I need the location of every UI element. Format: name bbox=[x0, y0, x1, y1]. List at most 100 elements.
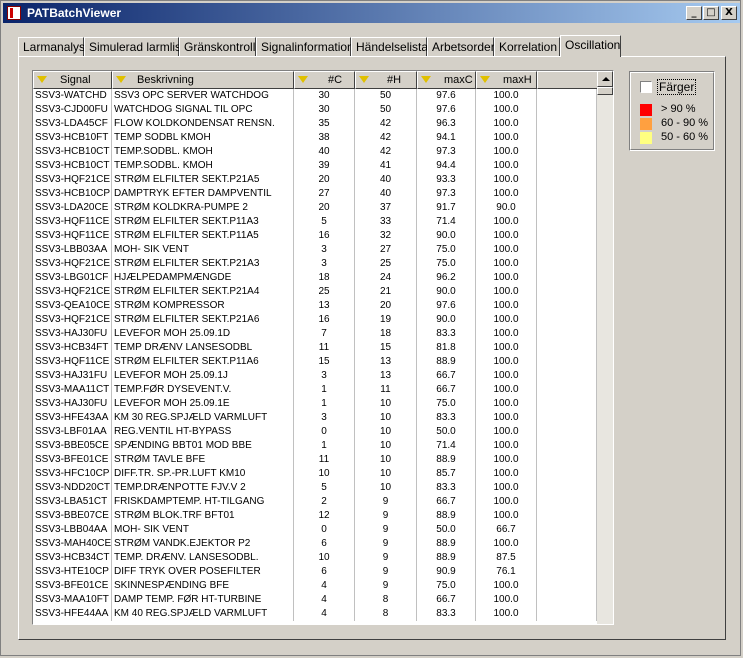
table-cell: STRØM VANDK.EJEKTOR P2 bbox=[112, 537, 294, 551]
tab-korrelation[interactable]: Korrelation bbox=[494, 37, 560, 56]
table-row[interactable]: SSV3-HQF11CE STRØM ELFILTER SEKT.P11A6 15 1… bbox=[33, 355, 597, 369]
table-row[interactable]: SSV3-LBA51CT FRISKDAMPTEMP. HT-TILGANG 2 9 6… bbox=[33, 495, 597, 509]
scroll-thumb[interactable] bbox=[597, 87, 613, 95]
table-row[interactable]: SSV3-HFE43AA KM 30 REG.SPJÆLD VARMLUFT 3 10… bbox=[33, 411, 597, 425]
table-cell: REG.VENTIL HT-BYPASS bbox=[112, 425, 294, 439]
table-cell: SSV3-MAH40CE bbox=[35, 537, 112, 551]
table-cell: 66.7 bbox=[417, 369, 476, 383]
table-cell: TEMP.SODBL. KMOH bbox=[112, 145, 294, 159]
table-row[interactable]: SSV3-HQF21CE STRØM ELFILTER SEKT.P21A4 25 2… bbox=[33, 285, 597, 299]
maximize-button[interactable]: □ bbox=[703, 6, 719, 20]
col-header-beskrivning[interactable]: Beskrivning bbox=[112, 71, 294, 89]
table-row[interactable]: SSV3-HFC10CP DIFF.TR. SP.-PR.LUFT KM10 10 1… bbox=[33, 467, 597, 481]
table-cell: 30 bbox=[294, 89, 355, 103]
tab-larmanalys[interactable]: Larmanalys bbox=[18, 37, 85, 56]
filter-icon[interactable] bbox=[421, 76, 431, 83]
col-header-signal[interactable]: Signal bbox=[33, 71, 112, 89]
table-row[interactable]: SSV3-HCB34FT TEMP DRÆNV LANSESODBL 11 15 81.… bbox=[33, 341, 597, 355]
filter-icon[interactable] bbox=[37, 76, 47, 83]
table-cell: 83.3 bbox=[417, 327, 476, 341]
table-row[interactable]: SSV3-HQF21CE STRØM ELFILTER SEKT.P21A5 20 4… bbox=[33, 173, 597, 187]
table-row[interactable]: SSV3-CJD00FU WATCHDOG SIGNAL TIL OPC 30 50 9… bbox=[33, 103, 597, 117]
table-row[interactable]: SSV3-BFE01CE SKINNESPÆNDING BFE 4 9 75.0 100.… bbox=[33, 579, 597, 593]
table-row[interactable]: SSV3-BBE05CE SPÆNDING BBT01 MOD BBE 1 10 71.… bbox=[33, 439, 597, 453]
table-cell: 10 bbox=[355, 425, 417, 439]
table-cell: 3 bbox=[294, 243, 355, 257]
colors-checkbox[interactable] bbox=[640, 81, 652, 93]
table-cell: SSV3-HAJ30FU bbox=[33, 397, 112, 411]
table-row[interactable]: SSV3-HQF11CE STRØM ELFILTER SEKT.P11A3 5 33… bbox=[33, 215, 597, 229]
vertical-scrollbar[interactable] bbox=[597, 71, 613, 624]
table-row[interactable]: SSV3-LBF01AA REG.VENTIL HT-BYPASS 0 10 50.0 1… bbox=[33, 425, 597, 439]
table-cell-filler bbox=[537, 299, 597, 313]
table-row[interactable]: SSV3-HCB10CP DAMPTRYK EFTER DAMPVENTIL 27 4… bbox=[33, 187, 597, 201]
table-row[interactable]: SSV3-QEA10CE STRØM KOMPRESSOR 13 20 97.6 100.… bbox=[33, 299, 597, 313]
table-row[interactable]: SSV3-MAA10FT DAMP TEMP. FØR HT-TURBINE 4 8 6… bbox=[33, 593, 597, 607]
title-bar[interactable]: PATBatchViewer _ □ X bbox=[3, 3, 740, 23]
tab-oscillation[interactable]: Oscillation bbox=[560, 35, 621, 57]
table-row[interactable]: SSV3-LDA45CF FLOW KOLDKONDENSAT RENSN. 35 4… bbox=[33, 117, 597, 131]
table-cell-filler bbox=[537, 187, 597, 201]
close-button[interactable]: X bbox=[721, 6, 737, 20]
tab-simulerad-larmlista[interactable]: Simulerad larmlista bbox=[84, 37, 191, 56]
table-row[interactable]: SSV3-LDA20CE STRØM KOLDKRA-PUMPE 2 20 37 91.… bbox=[33, 201, 597, 215]
col-header-count-c[interactable]: #C bbox=[294, 71, 355, 89]
table-row[interactable]: SSV3-HAJ30FU LEVEFOR MOH 25.09.1E 1 10 75.0 1… bbox=[33, 397, 597, 411]
table-row[interactable]: SSV3-HAJ30FU LEVEFOR MOH 25.09.1D 7 18 83.3 1… bbox=[33, 327, 597, 341]
table-row[interactable]: SSV3-LBB04AA MOH- SIK VENT 0 9 50.0 66.7 bbox=[33, 523, 597, 537]
table-row[interactable]: SSV3-HQF11CE STRØM ELFILTER SEKT.P11A5 16 3… bbox=[33, 229, 597, 243]
table-row[interactable]: SSV3-MAH40CE STRØM VANDK.EJEKTOR P2 6 9 88.9… bbox=[33, 537, 597, 551]
tab-signalinformation[interactable]: Signalinformation bbox=[256, 37, 354, 56]
col-header-max-c[interactable]: maxC bbox=[417, 71, 476, 89]
table-cell: STRØM ELFILTER SEKT.P21A6 bbox=[112, 313, 294, 327]
table-row[interactable]: SSV3-HCB10CT TEMP.SODBL. KMOH 40 42 97.3 100.… bbox=[33, 145, 597, 159]
scroll-up-button[interactable] bbox=[597, 71, 613, 87]
table-row[interactable]: SSV3-HCB34CT TEMP. DRÆNV. LANSESODBL. 10 9 8… bbox=[33, 551, 597, 565]
filter-icon[interactable] bbox=[298, 76, 308, 83]
table-cell-filler bbox=[537, 607, 597, 621]
table-row[interactable]: SSV3-LBB03AA MOH- SIK VENT 3 27 75.0 100.0 bbox=[33, 243, 597, 257]
table-cell: DIFF.TR. SP.-PR.LUFT KM10 bbox=[112, 467, 294, 481]
table-cell: 10 bbox=[355, 467, 417, 481]
oscillation-grid[interactable]: Signal Beskrivning #C #H maxC maxH SSV3-… bbox=[32, 70, 614, 625]
table-cell: 21 bbox=[355, 285, 417, 299]
tab-granskontroll[interactable]: Gränskontroll bbox=[179, 37, 256, 56]
filter-icon[interactable] bbox=[116, 76, 126, 83]
table-cell: 25 bbox=[355, 257, 417, 271]
table-cell: 16 bbox=[294, 229, 355, 243]
col-header-max-h[interactable]: maxH bbox=[476, 71, 537, 89]
table-row[interactable]: SSV3-NDD20CT TEMP.DRÆNPOTTE FJV.V 2 5 10 83.… bbox=[33, 481, 597, 495]
colors-checkbox-label[interactable]: Färger bbox=[657, 79, 697, 95]
table-row[interactable]: SSV3-HQF21CE STRØM ELFILTER SEKT.P21A6 16 1… bbox=[33, 313, 597, 327]
app-icon bbox=[7, 6, 21, 20]
table-row[interactable]: SSV3-BBE07CE STRØM BLOK.TRF BFT01 12 9 88.9 1… bbox=[33, 509, 597, 523]
table-row[interactable]: SSV3-HCB10FT TEMP SODBL KMOH 38 42 94.1 100.0 bbox=[33, 131, 597, 145]
table-row[interactable]: SSV3-HQF21CE STRØM ELFILTER SEKT.P21A3 3 25… bbox=[33, 257, 597, 271]
table-cell-filler bbox=[537, 369, 597, 383]
table-row[interactable]: SSV3-WATCHD SSV3 OPC SERVER WATCHDOG 30 50 9… bbox=[33, 89, 597, 103]
table-cell: SSV3-HQF21CE bbox=[35, 313, 112, 327]
filter-icon[interactable] bbox=[359, 76, 369, 83]
table-cell: 90.0 bbox=[417, 285, 476, 299]
table-row[interactable]: SSV3-HFE44AA KM 40 REG.SPJÆLD VARMLUFT 4 8 8… bbox=[33, 607, 597, 621]
table-row[interactable]: SSV3-HTE10CP DIFF TRYK OVER POSEFILTER 6 9 9… bbox=[33, 565, 597, 579]
table-row[interactable]: SSV3-HCB10CT TEMP.SODBL. KMOH 39 41 94.4 100.… bbox=[33, 159, 597, 173]
table-row[interactable]: SSV3-MAA11CT TEMP.FØR DYSEVENT.V. 1 11 66.7 1… bbox=[33, 383, 597, 397]
col-header-count-h[interactable]: #H bbox=[355, 71, 417, 89]
filter-icon[interactable] bbox=[480, 76, 490, 83]
table-row[interactable]: SSV3-BFE01CE STRØM TAVLE BFE 11 10 88.9 100.0 bbox=[33, 453, 597, 467]
table-cell: 0 bbox=[294, 523, 355, 537]
table-cell: SSV3-HQF11CE bbox=[33, 215, 112, 229]
table-cell-filler bbox=[537, 467, 597, 481]
table-row[interactable]: SSV3-HAJ31FU LEVEFOR MOH 25.09.1J 3 13 66.7 1… bbox=[33, 369, 597, 383]
tab-handelselista[interactable]: Händelselista bbox=[351, 37, 428, 56]
table-cell: 100.0 bbox=[476, 285, 537, 299]
table-row[interactable]: SSV3-LBG01CF HJÆLPEDAMPMÆNGDE 18 24 96.2 100.… bbox=[33, 271, 597, 285]
minimize-button[interactable]: _ bbox=[686, 6, 702, 20]
table-cell: SSV3-HFE44AA bbox=[33, 607, 112, 621]
table-cell: 97.3 bbox=[417, 187, 476, 201]
tab-arbetsorder[interactable]: Arbetsorder bbox=[427, 37, 495, 56]
table-cell: 40 bbox=[355, 173, 417, 187]
table-cell: 100.0 bbox=[476, 299, 537, 313]
table-cell: 100.0 bbox=[476, 257, 537, 271]
